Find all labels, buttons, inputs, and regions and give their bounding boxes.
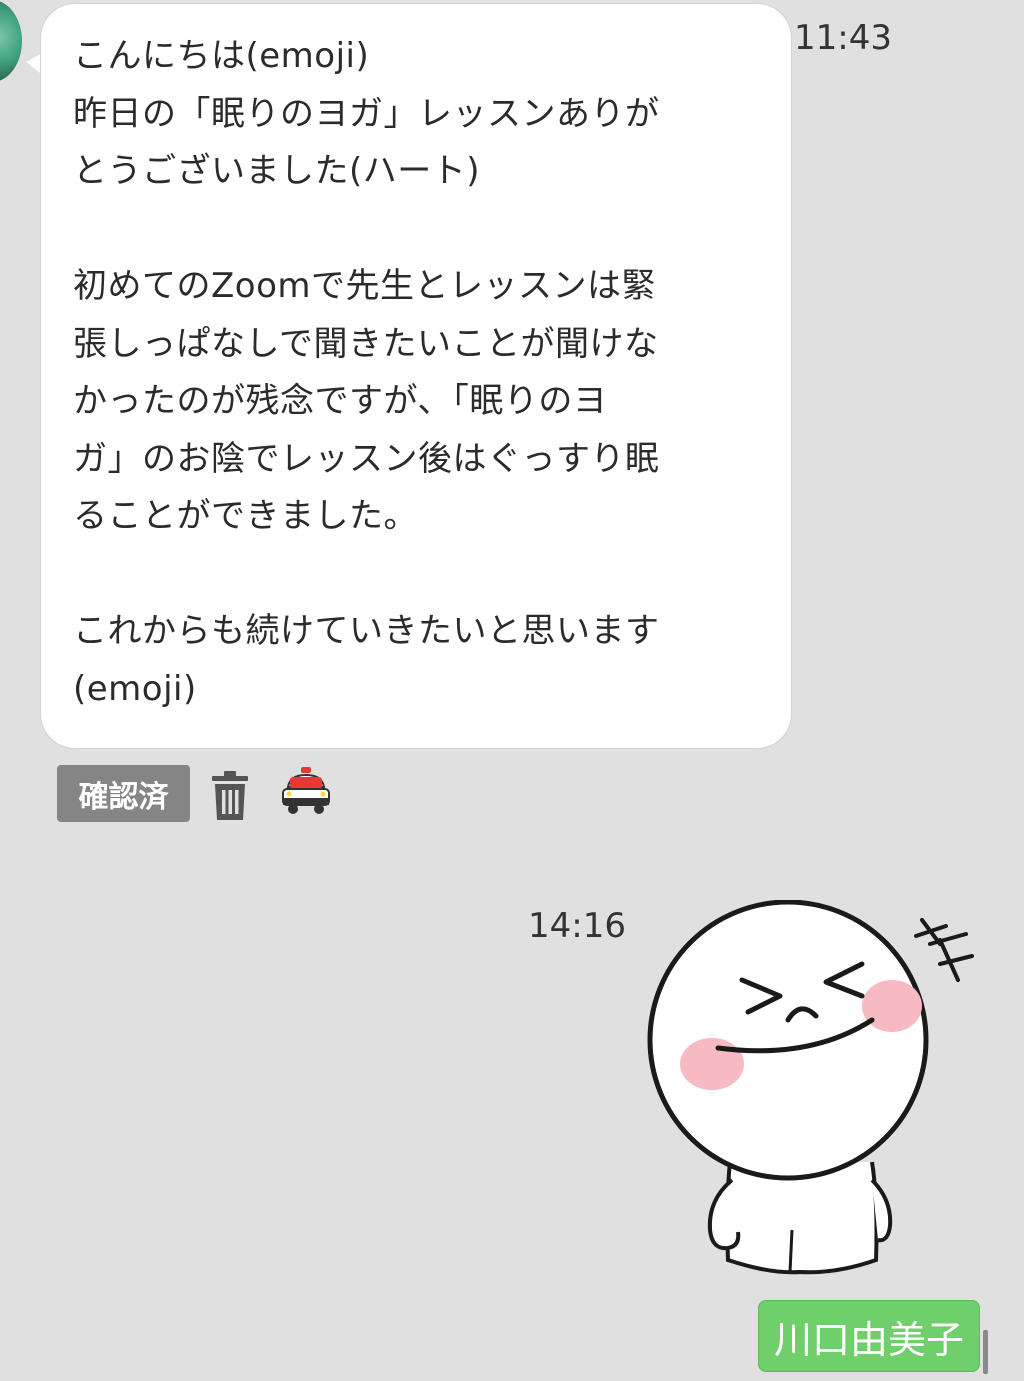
name-tag: 川口由美子: [758, 1300, 980, 1372]
trash-icon[interactable]: [210, 770, 250, 822]
incoming-message[interactable]: こんにちは(emoji) 昨日の「眠りのヨガ」レッスンありが とうございました(…: [26, 4, 791, 748]
sticker-timestamp: 14:16: [528, 906, 626, 946]
message-line: かったのが残念ですが、「眠りのヨ: [73, 381, 608, 421]
scrollbar[interactable]: [983, 1330, 988, 1374]
message-line: 昨日の「眠りのヨガ」レッスンありが: [73, 93, 660, 134]
message-line: ガ」のお陰でレッスン後はぐっすり眠: [73, 438, 660, 479]
message-line: 張しっぱなしで聞きたいことが聞けな: [73, 323, 659, 364]
message-line: [73, 546, 763, 604]
message-line: これからも続けていきたいと思います: [73, 611, 660, 651]
message-line: 初めてのZoomで先生とレッスンは緊: [73, 266, 657, 306]
police-car-icon[interactable]: [280, 765, 332, 817]
message-line: こんにちは(emoji): [73, 36, 370, 76]
message-line: [73, 201, 763, 259]
message-line: とうございました(ハート): [73, 151, 481, 191]
message-timestamp: 11:43: [794, 18, 892, 58]
laughing-face-sticker[interactable]: [640, 900, 980, 1285]
status-badge: 確認済: [57, 765, 190, 822]
message-line: ることができました。: [73, 496, 418, 536]
message-bubble: こんにちは(emoji) 昨日の「眠りのヨガ」レッスンありが とうございました(…: [41, 4, 791, 748]
message-line: (emoji): [73, 668, 197, 709]
sender-avatar[interactable]: [0, 0, 22, 82]
